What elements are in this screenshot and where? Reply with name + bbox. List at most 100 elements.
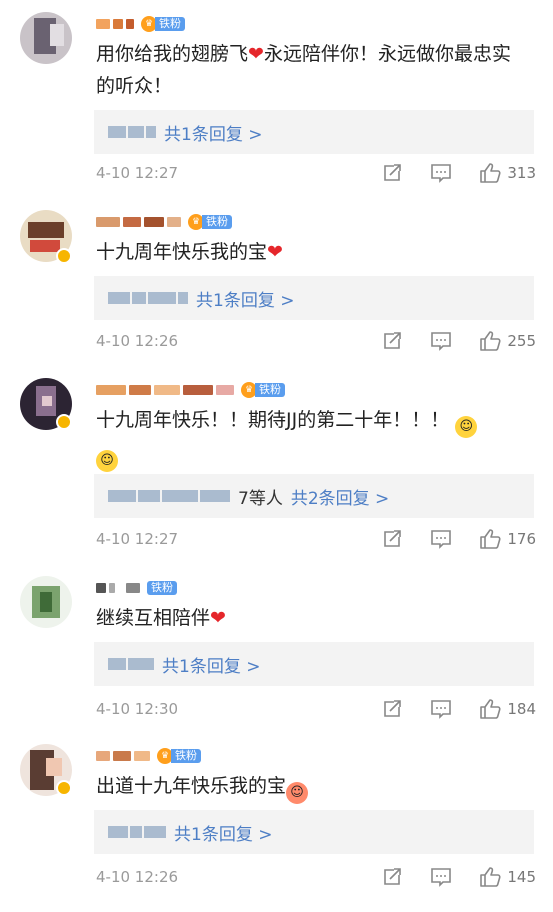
username-blur [108, 490, 136, 502]
username-blur [96, 385, 126, 395]
reply-count-link[interactable]: 共1条回复 > [196, 286, 294, 311]
username-blur [148, 292, 176, 304]
comment-text-part: 十九周年快乐！！期待JJ的第二十年！！！ [96, 409, 450, 431]
comment-icon [431, 700, 452, 719]
avatar-pixel [46, 758, 62, 776]
heart-emoji: ❤ [267, 241, 283, 263]
like-icon [480, 163, 501, 183]
username-blur [146, 126, 156, 138]
username-blur [96, 751, 110, 761]
comment-text-part: 十九周年快乐我的宝 [96, 241, 268, 263]
heart-emoji: ❤ [248, 43, 264, 65]
avatar[interactable] [20, 12, 72, 64]
username-blur [144, 217, 164, 227]
avatar[interactable] [20, 576, 72, 628]
timestamp: 4-10 12:27 [96, 164, 179, 182]
repost-button[interactable] [381, 866, 403, 888]
action-bar: 255 [355, 330, 536, 352]
action-bar: 184 [355, 698, 536, 720]
reply-box[interactable]: 共1条回复 > [94, 810, 534, 854]
username-blur [126, 583, 140, 593]
username-blur [128, 126, 144, 138]
avatar-pixel [30, 240, 60, 252]
username-blur [132, 292, 146, 304]
comment-button[interactable] [429, 330, 453, 352]
comment-icon [431, 868, 452, 887]
reply-count-link[interactable]: 共1条回复 > [164, 120, 262, 145]
fan-badge-label: 铁粉 [255, 383, 285, 397]
username[interactable]: ♛ 铁粉 [96, 212, 232, 232]
emoji-icon: ☺ [455, 416, 478, 438]
repost-button[interactable] [381, 162, 403, 184]
username-blur [154, 385, 180, 395]
like-button[interactable]: 313 [479, 162, 536, 184]
like-icon [480, 331, 501, 351]
comment-button[interactable] [429, 866, 453, 888]
username[interactable]: ♛ 铁粉 [96, 746, 201, 766]
username-blur [113, 751, 131, 761]
repost-button[interactable] [381, 698, 403, 720]
emoji-icon: ☺ [96, 450, 118, 472]
like-count: 184 [507, 700, 536, 718]
emoji-icon: ☺ [286, 782, 309, 804]
comment-button[interactable] [429, 698, 453, 720]
reply-count-link[interactable]: 共1条回复 > [174, 820, 272, 845]
fan-badge: ♛ 铁粉 [241, 382, 285, 398]
username[interactable]: ♛ 铁粉 [96, 14, 185, 34]
username-blur [126, 19, 134, 29]
reply-count-link[interactable]: 共2条回复 > [291, 484, 389, 509]
username-blur [96, 217, 120, 227]
comment-button[interactable] [429, 528, 453, 550]
fan-badge-label: 铁粉 [155, 17, 185, 31]
verified-badge-icon [56, 248, 72, 264]
repost-icon [384, 164, 402, 181]
reply-count-link[interactable]: 共1条回复 > [162, 652, 260, 677]
reply-box[interactable]: 共1条回复 > [94, 276, 534, 320]
reply-usernames [108, 490, 232, 502]
comment-meta: 4-10 12:30 184 [96, 694, 536, 724]
username[interactable]: 铁粉 [96, 578, 177, 598]
username-blur [108, 658, 126, 670]
like-icon [480, 529, 501, 549]
like-count: 255 [507, 332, 536, 350]
fan-badge-label: 铁粉 [171, 749, 201, 763]
like-button[interactable]: 176 [479, 528, 536, 550]
reply-box[interactable]: 共1条回复 > [94, 642, 534, 686]
username-blur [216, 385, 234, 395]
username[interactable]: ♛ 铁粉 [96, 380, 285, 400]
reply-box[interactable]: 共1条回复 > [94, 110, 534, 154]
reply-box[interactable]: 7等人 共2条回复 > [94, 474, 534, 518]
comment-text: 用你给我的翅膀飞❤永远陪伴你！永远做你最忠实的听众！ [96, 38, 519, 102]
like-button[interactable]: 255 [479, 330, 536, 352]
repost-button[interactable] [381, 330, 403, 352]
comment-button[interactable] [429, 162, 453, 184]
comment-meta: 4-10 12:26 255 [96, 326, 536, 356]
username-blur [108, 826, 128, 838]
username-blur [130, 826, 142, 838]
heart-emoji: ❤ [210, 607, 226, 629]
repost-icon [384, 700, 402, 717]
like-button[interactable]: 145 [479, 866, 536, 888]
username-blur [128, 658, 154, 670]
avatar-pixel [28, 222, 64, 238]
fan-badge: 铁粉 [147, 580, 177, 596]
repost-icon [384, 332, 402, 349]
comment-text-part: 出道十九年快乐我的宝 [96, 775, 287, 797]
repost-button[interactable] [381, 528, 403, 550]
username-blur [200, 490, 230, 502]
comment-text-part: 继续互相陪伴 [96, 607, 211, 629]
username-blur [138, 490, 160, 502]
comment-text-part: 用你给我的翅膀飞 [96, 43, 249, 65]
like-count: 313 [507, 164, 536, 182]
fan-badge: ♛ 铁粉 [157, 748, 201, 764]
username-blur [113, 19, 123, 29]
reply-usernames [108, 826, 168, 838]
username-blur [167, 217, 181, 227]
username-blur [134, 751, 150, 761]
like-count: 176 [507, 530, 536, 548]
timestamp: 4-10 12:27 [96, 530, 179, 548]
like-button[interactable]: 184 [479, 698, 536, 720]
reply-usernames-suffix: 7等人 [238, 488, 283, 509]
username-blur [96, 583, 106, 593]
avatar-pixel [50, 24, 64, 46]
